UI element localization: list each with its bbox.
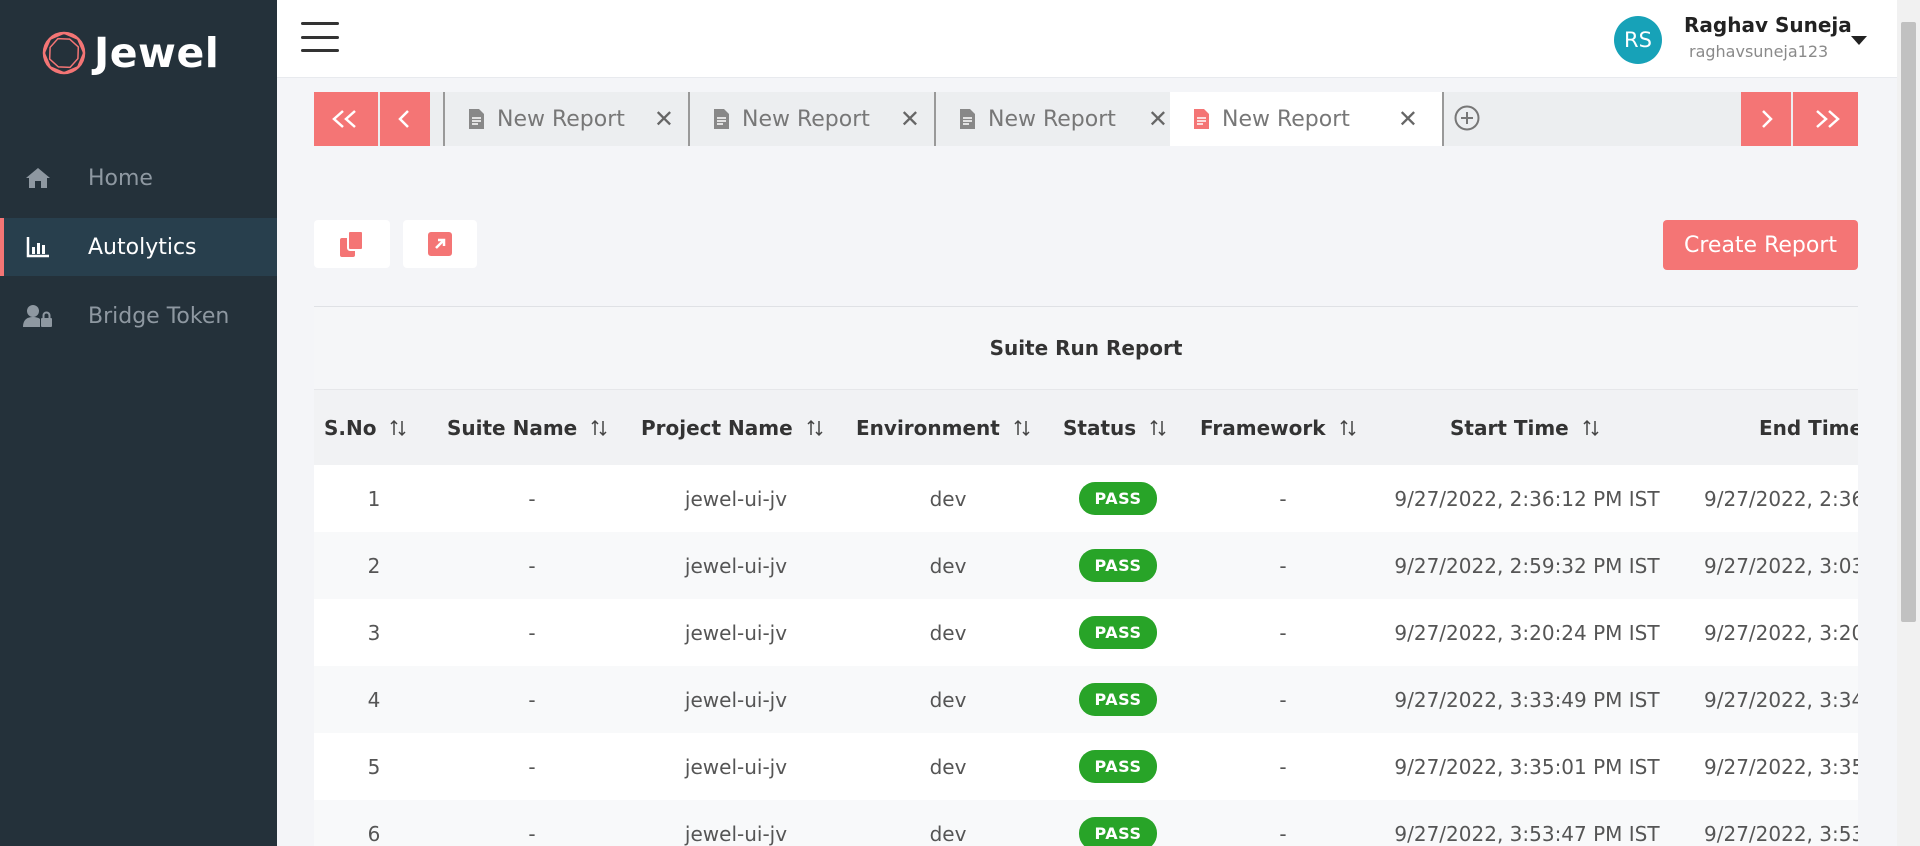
bar-chart-icon: [18, 236, 58, 258]
table-row[interactable]: 2- jewel-ui-jv dev PASS -9/27/2022, 2:59:32 …: [314, 532, 1858, 599]
last-tab-button[interactable]: [1793, 92, 1858, 146]
cell-start-time: 9/27/2022, 3:20:24 PM IST: [1394, 620, 1660, 645]
cell-start-time: 9/27/2022, 3:35:01 PM IST: [1394, 754, 1660, 779]
home-icon: [18, 166, 58, 190]
page-scrollbar[interactable]: [1897, 0, 1920, 846]
column-header-sno[interactable]: S.No: [324, 390, 407, 466]
prev-tab-button[interactable]: [380, 92, 430, 146]
tab-divider: [1442, 92, 1444, 146]
chevron-down-icon[interactable]: [1851, 36, 1867, 45]
report-tab-bar: New Report ✕ New Report ✕ New Report ✕ N…: [314, 92, 1858, 146]
column-header-suite-name[interactable]: Suite Name: [447, 390, 607, 466]
table-row[interactable]: 5- jewel-ui-jv dev PASS -9/27/2022, 3:35:01 …: [314, 733, 1858, 800]
sort-icon[interactable]: [1340, 419, 1356, 437]
column-label: End Time: [1759, 416, 1858, 440]
table-row[interactable]: 4- jewel-ui-jv dev PASS -9/27/2022, 3:33:49 …: [314, 666, 1858, 733]
table-row[interactable]: 6- jewel-ui-jv dev PASS -9/27/2022, 3:53:47 …: [314, 800, 1858, 846]
next-tab-button[interactable]: [1741, 92, 1791, 146]
sidebar-item-home[interactable]: Home: [0, 149, 277, 207]
sidebar: Jewel Home Autolytics Bridge Token: [0, 0, 277, 846]
document-icon: [712, 108, 730, 130]
double-chevron-left-icon: [332, 110, 356, 128]
cell-end-time: 9/27/2022, 2:36: [1704, 486, 1858, 511]
column-header-status[interactable]: Status: [1063, 390, 1166, 466]
cell-start-time: 9/27/2022, 2:36:12 PM IST: [1394, 486, 1660, 511]
table-row[interactable]: 1- jewel-ui-jv dev PASS -9/27/2022, 2:36:12 …: [314, 465, 1858, 532]
close-icon[interactable]: ✕: [1148, 105, 1168, 133]
sort-icon[interactable]: [591, 419, 607, 437]
table-row[interactable]: 3- jewel-ui-jv dev PASS -9/27/2022, 3:20:24 …: [314, 599, 1858, 666]
tab-label: New Report: [1222, 106, 1350, 132]
column-header-end-time[interactable]: End Time: [1759, 390, 1858, 466]
document-icon: [958, 108, 976, 130]
sidebar-item-label: Autolytics: [88, 234, 197, 260]
document-icon: [1192, 108, 1210, 130]
column-label: Suite Name: [447, 416, 578, 440]
tab-report[interactable]: New Report ✕: [688, 92, 934, 146]
avatar[interactable]: RS: [1614, 16, 1662, 64]
close-icon[interactable]: ✕: [900, 105, 920, 133]
add-tab-icon[interactable]: [1453, 104, 1481, 132]
copy-button[interactable]: [314, 220, 390, 268]
sort-icon[interactable]: [1583, 419, 1599, 437]
sort-icon[interactable]: [807, 419, 823, 437]
chevron-right-icon: [1762, 110, 1773, 128]
tab-report-active[interactable]: New Report ✕: [1170, 92, 1442, 146]
sidebar-item-label: Home: [88, 165, 153, 191]
tab-report[interactable]: New Report ✕: [443, 92, 688, 146]
sidebar-item-label: Bridge Token: [88, 303, 230, 329]
cell-end-time: 9/27/2022, 3:34: [1704, 687, 1858, 712]
report-title: Suite Run Report: [314, 307, 1858, 389]
table-header: S.No Suite Name Project Name Environment…: [314, 389, 1858, 465]
column-header-framework[interactable]: Framework: [1200, 390, 1356, 466]
column-label: Environment: [856, 416, 1000, 440]
external-link-icon: [428, 232, 452, 256]
column-label: S.No: [324, 416, 377, 440]
logo[interactable]: Jewel: [40, 28, 219, 78]
open-external-button[interactable]: [403, 220, 477, 268]
cell-end-time: 9/27/2022, 3:20: [1704, 620, 1858, 645]
menu-toggle-icon[interactable]: [301, 22, 339, 52]
tab-report[interactable]: New Report ✕: [934, 92, 1170, 146]
tab-label: New Report: [988, 106, 1116, 132]
tab-label: New Report: [742, 106, 870, 132]
app-name: Jewel: [94, 29, 220, 77]
column-label: Start Time: [1450, 416, 1569, 440]
user-lock-icon: [18, 304, 58, 328]
suite-run-report: Suite Run Report S.No Suite Name Project…: [314, 306, 1858, 846]
user-handle: raghavsuneja123: [1689, 42, 1829, 61]
cell-start-time: 9/27/2022, 2:59:32 PM IST: [1394, 553, 1660, 578]
chevron-left-icon: [398, 110, 409, 128]
scrollbar-thumb[interactable]: [1901, 22, 1916, 622]
tab-label: New Report: [497, 106, 625, 132]
column-label: Framework: [1200, 416, 1326, 440]
column-header-environment[interactable]: Environment: [856, 390, 1030, 466]
first-tab-button[interactable]: [314, 92, 378, 146]
copy-icon: [340, 230, 364, 257]
cell-end-time: 9/27/2022, 3:53: [1704, 821, 1858, 846]
sort-icon[interactable]: [1014, 419, 1030, 437]
cell-start-time: 9/27/2022, 3:33:49 PM IST: [1394, 687, 1660, 712]
double-chevron-right-icon: [1815, 110, 1840, 128]
jewel-logo-icon: [42, 31, 86, 75]
sort-icon[interactable]: [1150, 419, 1166, 437]
sidebar-item-autolytics[interactable]: Autolytics: [0, 218, 277, 276]
close-icon[interactable]: ✕: [654, 105, 674, 133]
user-name[interactable]: Raghav Suneja: [1684, 13, 1852, 37]
column-label: Project Name: [641, 416, 793, 440]
table-body: 1- jewel-ui-jv dev PASS -9/27/2022, 2:36:12 …: [314, 465, 1858, 846]
column-header-start-time[interactable]: Start Time: [1450, 390, 1599, 466]
close-icon[interactable]: ✕: [1398, 105, 1418, 133]
column-label: Status: [1063, 416, 1137, 440]
top-bar: RS Raghav Suneja raghavsuneja123: [277, 0, 1897, 78]
sort-icon[interactable]: [390, 419, 407, 437]
cell-end-time: 9/27/2022, 3:35: [1704, 754, 1858, 779]
cell-start-time: 9/27/2022, 3:53:47 PM IST: [1394, 821, 1660, 846]
column-header-project-name[interactable]: Project Name: [641, 390, 823, 466]
document-icon: [467, 108, 485, 130]
cell-end-time: 9/27/2022, 3:03: [1704, 553, 1858, 578]
sidebar-item-bridge-token[interactable]: Bridge Token: [0, 287, 277, 345]
create-report-button[interactable]: Create Report: [1663, 220, 1858, 270]
